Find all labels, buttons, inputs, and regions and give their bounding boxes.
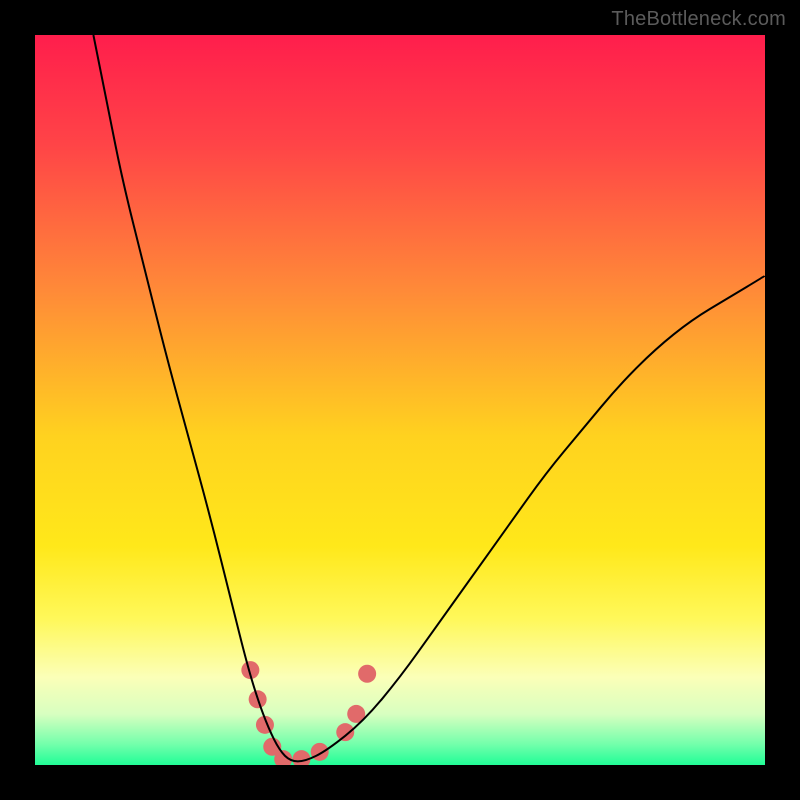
chart-svg (35, 35, 765, 765)
highlight-dots-group (241, 661, 376, 765)
watermark-label: TheBottleneck.com (611, 8, 786, 31)
bottleneck-curve (93, 35, 765, 761)
highlight-dot (292, 750, 310, 765)
highlight-dot (358, 665, 376, 683)
chart-frame: TheBottleneck.com (0, 0, 800, 800)
plot-area (35, 35, 765, 765)
highlight-dot (336, 723, 354, 741)
